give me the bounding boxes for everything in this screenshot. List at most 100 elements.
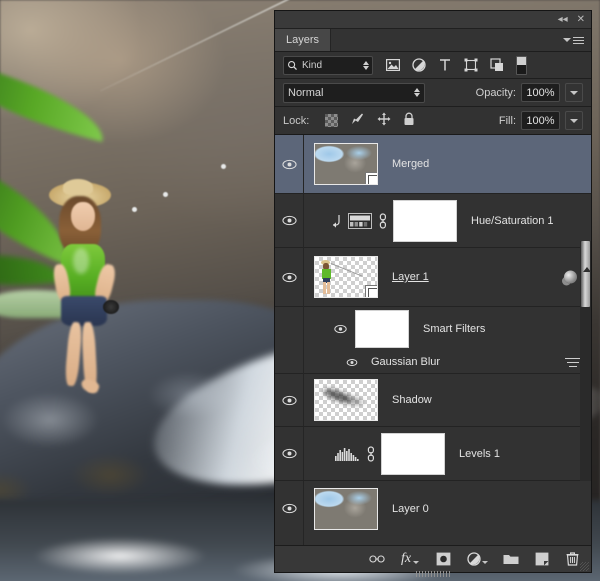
layer-thumbnail[interactable] xyxy=(314,488,378,530)
layer-row-merged[interactable]: Merged xyxy=(275,135,591,194)
link-layers-icon[interactable] xyxy=(368,551,385,568)
eye-icon xyxy=(282,503,297,514)
smart-filter-mask-thumbnail[interactable] xyxy=(355,310,409,348)
denim-shorts xyxy=(61,296,107,326)
opacity-label: Opacity: xyxy=(476,87,516,99)
layer-name[interactable]: Shadow xyxy=(378,394,432,406)
blend-mode-stepper[interactable] xyxy=(414,88,420,97)
chevron-down-icon xyxy=(413,561,419,564)
layer-style-indicator-icon[interactable] xyxy=(564,271,577,284)
filter-options-icon[interactable] xyxy=(565,356,581,368)
pixel-layers-filter-icon[interactable] xyxy=(385,58,400,73)
scrollbar-thumb[interactable] xyxy=(581,241,590,307)
girl-fishing-figure xyxy=(45,182,135,382)
new-layer-icon[interactable] xyxy=(533,551,550,568)
layer-name[interactable]: Layer 0 xyxy=(378,503,429,515)
smart-filter-name[interactable]: Gaussian Blur xyxy=(363,356,440,368)
close-panel-icon[interactable]: ✕ xyxy=(577,15,585,25)
eye-icon xyxy=(282,272,297,283)
layer-row-layer-0[interactable]: Layer 0 xyxy=(275,481,591,536)
tabstrip-filler xyxy=(331,29,556,51)
layer-name[interactable]: Merged xyxy=(378,158,429,170)
add-layer-mask-icon[interactable] xyxy=(435,551,452,568)
layer-thumbnail[interactable] xyxy=(314,143,378,185)
layer-filter-row: Kind xyxy=(275,52,591,79)
hue-saturation-icon[interactable] xyxy=(347,212,373,230)
layer-row-hue-saturation[interactable]: Hue/Saturation 1 xyxy=(275,194,591,248)
new-group-icon[interactable] xyxy=(502,551,519,568)
panel-bottom-grip[interactable] xyxy=(416,571,450,577)
straw-hat-crown xyxy=(63,179,93,195)
filter-enable-toggle[interactable] xyxy=(516,56,527,75)
lock-row: Lock: Fill: 100% xyxy=(275,107,591,135)
eye-icon xyxy=(282,395,297,406)
layer-thumbnail[interactable] xyxy=(314,379,378,421)
search-icon xyxy=(287,60,298,71)
blend-mode-value: Normal xyxy=(288,87,414,99)
adjustment-layers-filter-icon[interactable] xyxy=(411,58,426,73)
filter-kind-stepper[interactable] xyxy=(363,61,369,70)
layer-thumbnail[interactable] xyxy=(314,256,378,298)
lock-all-icon[interactable] xyxy=(403,112,415,129)
panel-resize-grip[interactable] xyxy=(580,562,589,571)
chevron-down-icon xyxy=(570,119,578,123)
eye-icon xyxy=(346,358,358,367)
delete-layer-icon[interactable] xyxy=(564,551,581,568)
chevron-down-icon xyxy=(570,91,578,95)
visibility-toggle[interactable] xyxy=(275,448,303,459)
visibility-toggle[interactable] xyxy=(275,395,303,406)
mask-link-icon[interactable] xyxy=(361,446,381,462)
fill-value[interactable]: 100% xyxy=(521,111,560,130)
layer-row-shadow[interactable]: Shadow xyxy=(275,374,591,427)
opacity-value[interactable]: 100% xyxy=(521,83,560,102)
shirt-highlight xyxy=(73,248,89,274)
levels-histogram-icon[interactable] xyxy=(333,445,361,463)
lock-transparent-pixels-icon[interactable] xyxy=(325,114,338,127)
layers-list[interactable]: Merged xyxy=(275,135,591,545)
type-layers-filter-icon[interactable] xyxy=(437,58,452,73)
visibility-toggle[interactable] xyxy=(275,215,303,226)
layer-row-levels[interactable]: Levels 1 xyxy=(275,427,591,481)
mask-link-icon[interactable] xyxy=(373,213,393,229)
layer-name[interactable]: Layer 1 xyxy=(378,271,429,283)
smart-object-filter-icon[interactable] xyxy=(489,58,504,73)
tab-layers[interactable]: Layers xyxy=(275,29,331,51)
fill-dropdown-button[interactable] xyxy=(565,111,583,130)
blend-mode-select[interactable]: Normal xyxy=(283,83,425,103)
filter-kind-select[interactable]: Kind xyxy=(283,56,373,75)
layer-style-fx-icon[interactable]: fx xyxy=(399,551,421,568)
panel-titlebar: ◂◂ ✕ xyxy=(275,11,591,29)
visibility-toggle[interactable] xyxy=(275,503,303,514)
lock-image-pixels-icon[interactable] xyxy=(350,112,365,129)
smart-filters-row[interactable]: Smart Filters xyxy=(275,307,591,351)
new-adjustment-layer-icon[interactable] xyxy=(466,551,488,568)
scroll-up-arrow-icon[interactable] xyxy=(583,267,591,272)
layer-name[interactable]: Hue/Saturation 1 xyxy=(457,215,554,227)
collapse-panel-icon[interactable]: ◂◂ xyxy=(558,15,568,25)
layers-panel[interactable]: ◂◂ ✕ Layers Kind xyxy=(274,10,592,573)
smart-object-badge xyxy=(365,172,378,185)
filter-type-icons xyxy=(385,58,504,73)
layers-scrollbar[interactable] xyxy=(580,241,591,481)
eye-icon xyxy=(334,324,347,334)
visibility-toggle[interactable] xyxy=(275,272,303,283)
leg xyxy=(64,322,83,387)
smart-filter-row-gaussian-blur[interactable]: Gaussian Blur xyxy=(275,351,591,374)
blend-mode-row: Normal Opacity: 100% xyxy=(275,79,591,107)
menu-lines-icon xyxy=(573,35,584,46)
lock-position-icon[interactable] xyxy=(377,112,391,129)
fill-label: Fill: xyxy=(499,115,516,127)
rod-guide xyxy=(163,192,168,197)
shape-layers-filter-icon[interactable] xyxy=(463,58,478,73)
clipping-mask-icon xyxy=(325,214,347,228)
gaussian-blur-visibility-toggle[interactable] xyxy=(341,358,363,367)
layer-mask-thumbnail[interactable] xyxy=(393,200,457,242)
layer-mask-thumbnail[interactable] xyxy=(381,433,445,475)
smart-filters-visibility-toggle[interactable] xyxy=(329,324,351,334)
smart-object-badge xyxy=(365,285,378,298)
layer-row-layer-1[interactable]: Layer 1 xyxy=(275,248,591,307)
layer-name[interactable]: Levels 1 xyxy=(445,448,500,460)
visibility-toggle[interactable] xyxy=(275,159,303,170)
opacity-dropdown-button[interactable] xyxy=(565,83,583,102)
panel-menu-icon[interactable] xyxy=(556,29,591,51)
